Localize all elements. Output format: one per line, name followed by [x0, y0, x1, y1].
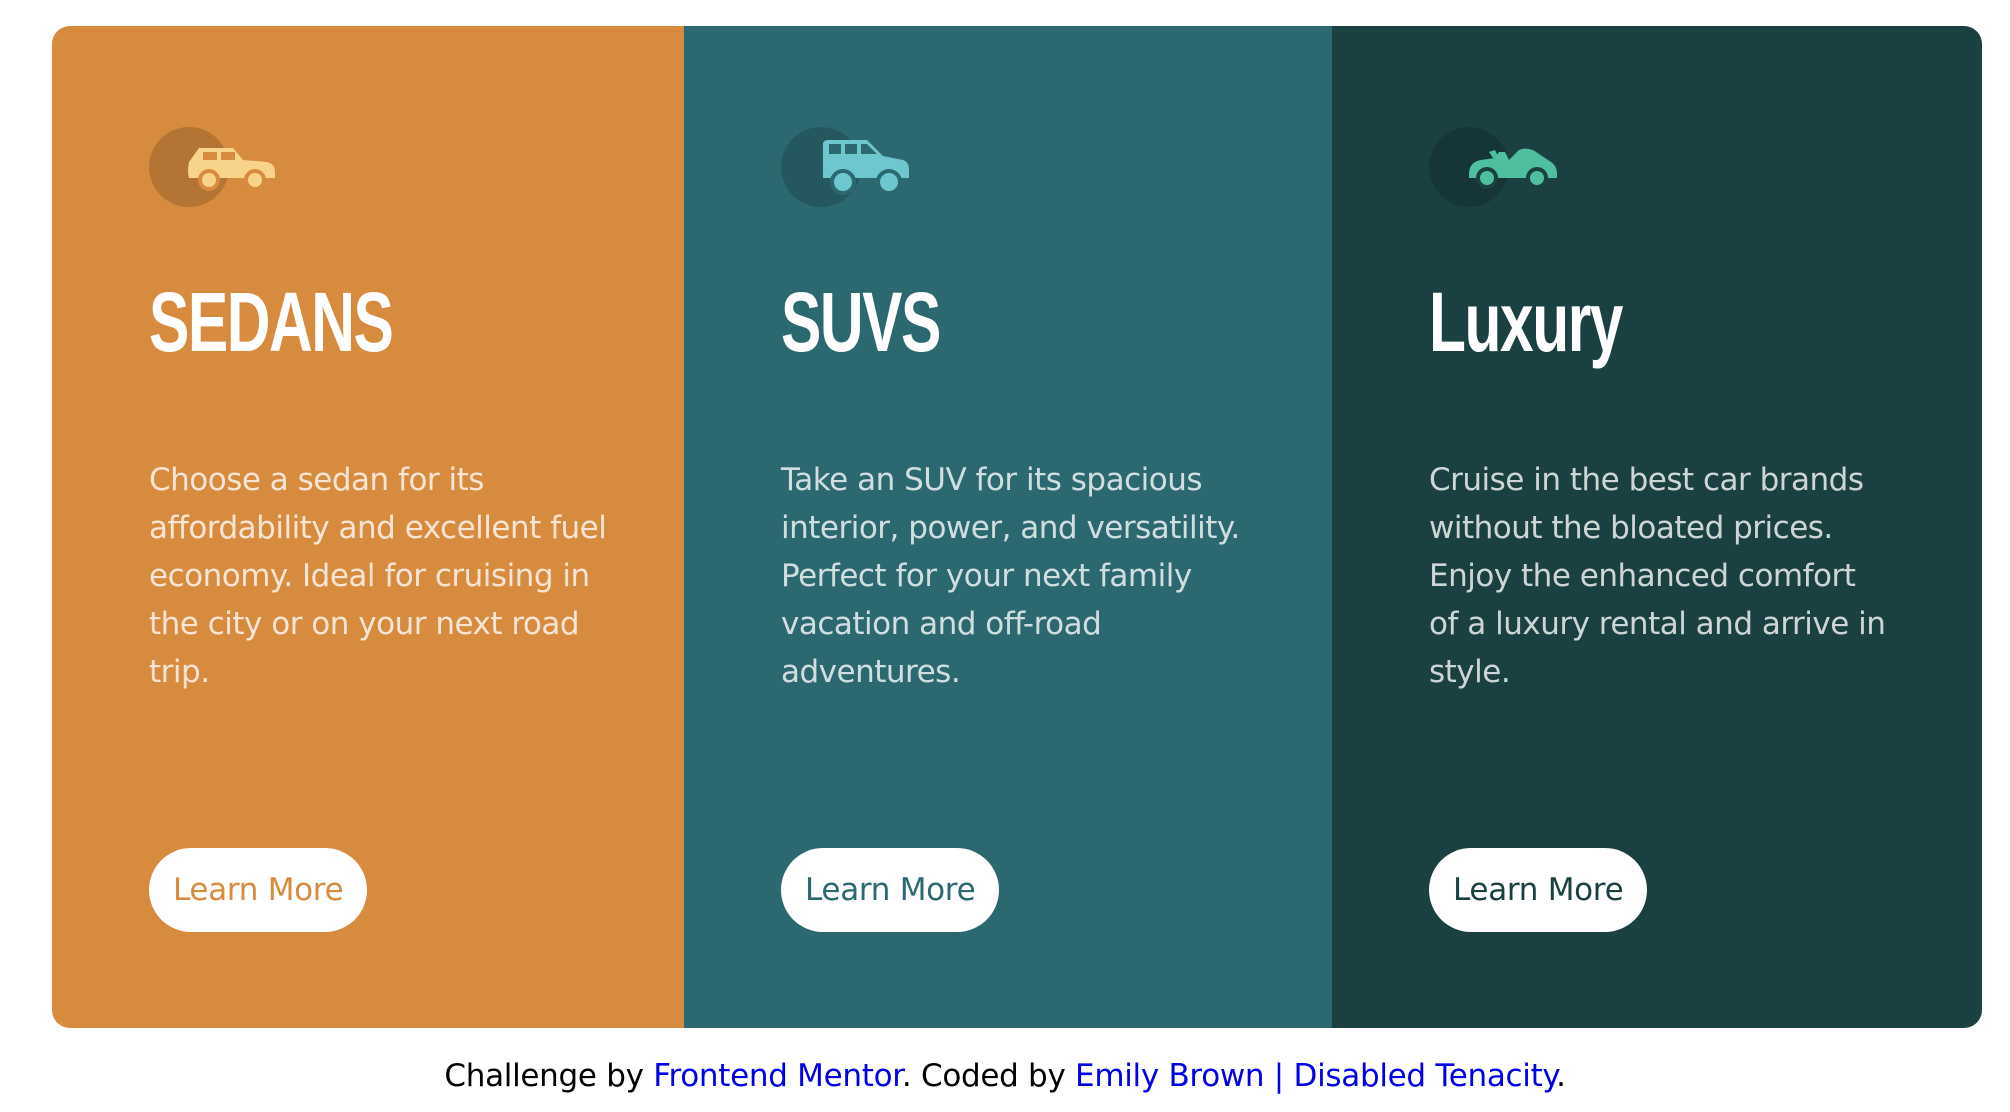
card-description: Cruise in the best car brands without th…: [1429, 462, 1886, 690]
footer-suffix: .: [1556, 1058, 1566, 1094]
learn-more-button-suvs[interactable]: Learn More: [781, 848, 1000, 932]
card-suvs: SUVS Take an SUV for its spacious interi…: [684, 26, 1332, 1028]
card-luxury: Luxury Cruise in the best car brands wit…: [1332, 26, 1982, 1028]
footer-middle: . Coded by: [901, 1058, 1076, 1094]
learn-more-button-sedans[interactable]: Learn More: [149, 848, 368, 932]
author-link[interactable]: Emily Brown | Disabled Tenacity: [1075, 1058, 1556, 1094]
sedan-icon: [149, 122, 289, 212]
card-title: SEDANS: [149, 275, 394, 369]
footer-prefix: Challenge by: [444, 1058, 654, 1094]
card-description: Take an SUV for its spacious interior, p…: [781, 462, 1240, 690]
luxury-car-icon: [1429, 122, 1569, 212]
suv-icon: [781, 122, 921, 212]
card-title: SUVS: [781, 275, 941, 369]
page: SEDANS Choose a sedan for its affordabil…: [0, 0, 2010, 1112]
card-group: SEDANS Choose a sedan for its affordabil…: [52, 26, 1982, 1028]
card-title: Luxury: [1429, 275, 1623, 369]
card-description: Choose a sedan for its affordability and…: [149, 462, 607, 690]
attribution-footer: Challenge by Frontend Mentor. Coded by E…: [0, 1058, 2010, 1094]
card-sedans: SEDANS Choose a sedan for its affordabil…: [52, 26, 684, 1028]
frontend-mentor-link[interactable]: Frontend Mentor: [653, 1058, 902, 1094]
learn-more-button-luxury[interactable]: Learn More: [1429, 848, 1648, 932]
